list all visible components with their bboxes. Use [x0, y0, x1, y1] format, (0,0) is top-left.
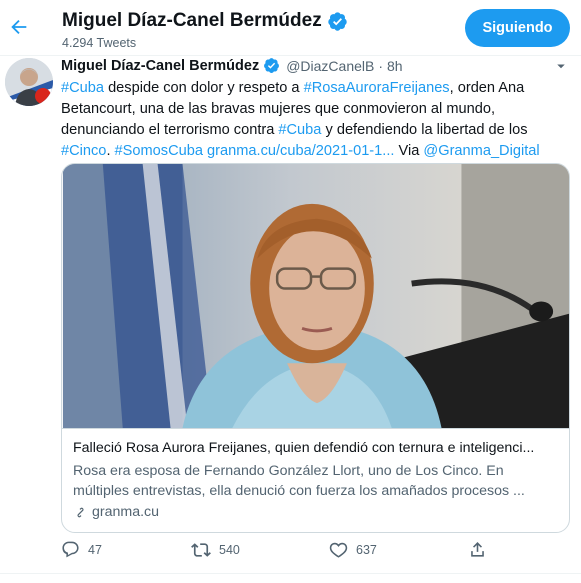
tweet-link[interactable]: #SomosCuba — [115, 143, 203, 159]
card-body: Falleció Rosa Aurora Freijanes, quien de… — [73, 439, 563, 520]
like-count: 637 — [356, 542, 377, 557]
tweet-link[interactable]: #RosaAuroraFreijanes — [304, 80, 450, 96]
card-domain-text: granma.cu — [92, 504, 160, 520]
tweet-link[interactable]: #Cinco — [61, 143, 106, 159]
profile-name-text: Miguel Díaz-Canel Bermúdez — [62, 10, 322, 31]
tweet-link[interactable]: @Granma_Digital — [423, 143, 539, 159]
share-icon — [471, 542, 484, 557]
tweet-count: 4.294 Tweets — [62, 36, 137, 50]
tweet-text: #Cuba despide con dolor y respeto a #Ros… — [61, 78, 566, 162]
tweet-time[interactable]: 8h — [387, 58, 403, 74]
tweet-link[interactable]: #Cuba — [278, 122, 321, 138]
tweet-header: Miguel Díaz-Canel Bermúdez @DiazCanelB ·… — [61, 57, 403, 74]
card-domain: granma.cu — [73, 504, 563, 520]
tweet-text-segment: despide con dolor y respeto a — [104, 80, 304, 96]
profile-header: Miguel Díaz-Canel Bermúdez 4.294 Tweets … — [0, 0, 581, 56]
verified-badge-icon — [264, 58, 280, 73]
card-description: Rosa era esposa de Fernando González Llo… — [73, 463, 525, 499]
heart-icon — [329, 542, 348, 558]
tweet-author[interactable]: Miguel Díaz-Canel Bermúdez — [61, 58, 259, 74]
tweet-text-segment: . — [106, 143, 115, 159]
divider — [0, 573, 581, 574]
avatar[interactable] — [5, 58, 53, 106]
reply-button[interactable]: 47 — [61, 540, 102, 559]
like-button[interactable]: 637 — [329, 540, 377, 559]
separator-dot: · — [378, 57, 384, 74]
retweet-icon — [191, 543, 211, 557]
card-title: Falleció Rosa Aurora Freijanes, quien de… — [73, 440, 535, 456]
back-arrow-icon[interactable] — [6, 14, 32, 40]
tweet-actions: 47 540 637 — [61, 540, 531, 564]
profile-name: Miguel Díaz-Canel Bermúdez — [62, 10, 348, 32]
reply-count: 47 — [88, 542, 102, 557]
reply-icon — [62, 541, 79, 558]
retweet-count: 540 — [219, 543, 240, 557]
retweet-button[interactable]: 540 — [191, 540, 240, 560]
tweet-link[interactable]: #Cuba — [61, 80, 104, 96]
more-options-icon[interactable] — [549, 56, 573, 76]
tweet-link[interactable]: granma.cu/cuba/2021-01-1... — [207, 143, 394, 159]
link-preview-card[interactable]: Falleció Rosa Aurora Freijanes, quien de… — [61, 163, 570, 533]
tweet-text-segment: Via — [394, 143, 424, 159]
tweet-handle[interactable]: @DiazCanelB — [286, 58, 374, 74]
share-button[interactable] — [468, 540, 487, 559]
following-button[interactable]: Siguiendo — [465, 9, 570, 47]
tweet-text-segment: y defendiendo la libertad de los — [321, 122, 528, 138]
link-icon — [77, 507, 84, 517]
verified-badge-icon — [328, 11, 347, 31]
article-photo — [62, 164, 569, 429]
